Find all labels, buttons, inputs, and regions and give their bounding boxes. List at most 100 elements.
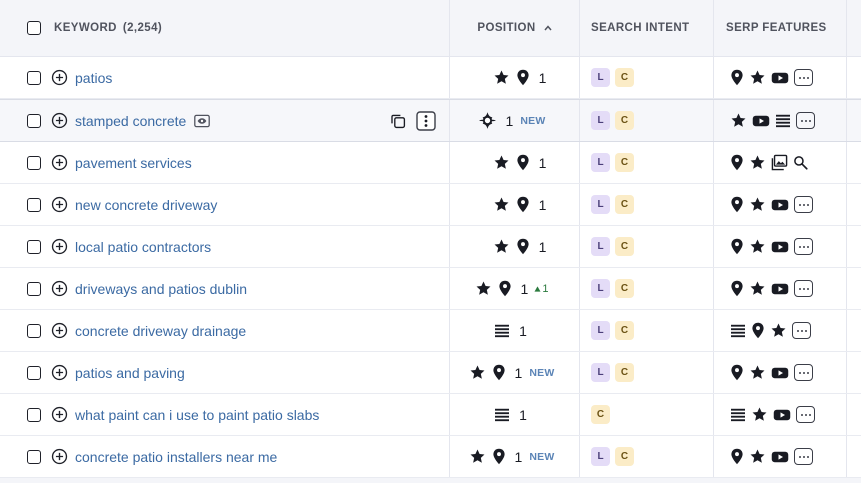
intent-column-header[interactable]: SEARCH INTENT xyxy=(579,0,713,56)
keyword-column-header[interactable]: KEYWORD (2,254) xyxy=(0,0,449,56)
intent-local-badge[interactable]: L xyxy=(591,279,610,298)
more-features-button[interactable] xyxy=(794,196,813,213)
position-header-label[interactable]: POSITION xyxy=(477,22,535,34)
add-to-list-icon[interactable] xyxy=(41,322,68,339)
serp-header-label[interactable]: SERP FEATURES xyxy=(726,22,827,34)
dot xyxy=(800,329,803,332)
more-features-button[interactable] xyxy=(794,238,813,255)
serp-preview-icon[interactable] xyxy=(194,114,211,128)
position-column-header[interactable]: POSITION xyxy=(449,0,579,56)
intent-local-badge[interactable]: L xyxy=(591,68,610,87)
keyword-link[interactable]: new concrete driveway xyxy=(75,197,217,213)
position-value: 1 xyxy=(493,154,546,171)
select-all-checkbox[interactable] xyxy=(27,21,41,35)
dot xyxy=(802,76,805,79)
star-icon xyxy=(749,196,766,213)
row-checkbox[interactable] xyxy=(27,449,41,464)
row-checkbox[interactable] xyxy=(27,70,41,85)
intent-local-badge[interactable]: L xyxy=(591,237,610,256)
add-to-list-icon[interactable] xyxy=(41,154,68,171)
intent-commercial-badge[interactable]: C xyxy=(591,405,610,424)
intent-commercial-badge[interactable]: C xyxy=(615,363,634,382)
intent-commercial-badge[interactable]: C xyxy=(615,153,634,172)
dot xyxy=(806,245,809,248)
local-pack-pin-icon xyxy=(730,280,744,297)
more-features-button[interactable] xyxy=(794,69,813,86)
row-checkbox[interactable] xyxy=(27,239,41,254)
intent-commercial-badge[interactable]: C xyxy=(615,195,634,214)
intent-commercial-badge[interactable]: C xyxy=(615,321,634,340)
more-actions-button[interactable] xyxy=(416,110,436,131)
keyword-link[interactable]: pavement services xyxy=(75,155,192,171)
serp-features xyxy=(730,154,808,171)
sort-ascending-icon[interactable] xyxy=(544,25,552,31)
intent-local-badge[interactable]: L xyxy=(591,447,610,466)
add-to-list-icon[interactable] xyxy=(41,406,68,423)
add-to-list-icon[interactable] xyxy=(41,238,68,255)
keyword-link[interactable]: concrete driveway drainage xyxy=(75,323,246,339)
more-features-button[interactable] xyxy=(794,364,813,381)
video-icon xyxy=(771,450,789,464)
row-checkbox[interactable] xyxy=(27,281,41,296)
search-icon xyxy=(793,155,808,170)
intent-commercial-badge[interactable]: C xyxy=(615,68,634,87)
position-value: 1 NEW xyxy=(469,364,555,381)
more-features-button[interactable] xyxy=(794,448,813,465)
keyword-link[interactable]: stamped concrete xyxy=(75,113,186,129)
intent-local-badge[interactable]: L xyxy=(591,363,610,382)
row-checkbox[interactable] xyxy=(27,323,41,338)
keyword-link[interactable]: concrete patio installers near me xyxy=(75,449,277,465)
copy-icon[interactable] xyxy=(390,113,406,129)
table-row: concrete patio installers near me 1 NEW L C xyxy=(0,436,861,478)
add-to-list-icon[interactable] xyxy=(41,196,68,213)
keyword-link[interactable]: local patio contractors xyxy=(75,239,211,255)
add-to-list-icon[interactable] xyxy=(41,280,68,297)
add-to-list-icon[interactable] xyxy=(41,364,68,381)
dot xyxy=(802,455,805,458)
serp-features-cell xyxy=(713,57,847,98)
dot xyxy=(802,203,805,206)
more-features-button[interactable] xyxy=(792,322,811,339)
add-to-list-icon[interactable] xyxy=(41,448,68,465)
add-to-list-icon[interactable] xyxy=(41,112,68,129)
position-number: 1 xyxy=(538,196,547,213)
intent-cell: LC xyxy=(579,436,713,477)
local-pack-pin-icon xyxy=(730,238,744,255)
more-features-button[interactable] xyxy=(794,280,813,297)
intent-header-label[interactable]: SEARCH INTENT xyxy=(591,22,689,34)
keyword-link[interactable]: driveways and patios dublin xyxy=(75,281,247,297)
intent-commercial-badge[interactable]: C xyxy=(615,111,634,130)
table-row: driveways and patios dublin 1 1 L C xyxy=(0,268,861,310)
row-checkbox[interactable] xyxy=(27,365,41,380)
ai-overview-icon xyxy=(478,111,497,130)
dot xyxy=(798,455,801,458)
local-pack-pin-icon xyxy=(730,69,744,86)
intent-local-badge[interactable]: L xyxy=(591,153,610,172)
serp-column-header[interactable]: SERP FEATURES xyxy=(713,0,847,56)
position-value: 1 NEW xyxy=(469,448,555,465)
keyword-header-label[interactable]: KEYWORD xyxy=(54,22,117,34)
more-features-button[interactable] xyxy=(796,406,815,423)
intent-commercial-badge[interactable]: C xyxy=(615,447,634,466)
intent-commercial-badge[interactable]: C xyxy=(615,279,634,298)
keyword-link[interactable]: patios xyxy=(75,70,112,86)
keyword-link[interactable]: patios and paving xyxy=(75,365,185,381)
row-checkbox[interactable] xyxy=(27,407,41,422)
table-row: local patio contractors 1 L C xyxy=(0,226,861,268)
more-features-button[interactable] xyxy=(796,112,815,129)
intent-cell: C xyxy=(579,394,713,435)
intent-local-badge[interactable]: L xyxy=(591,321,610,340)
star-icon xyxy=(749,280,766,297)
video-icon xyxy=(771,198,789,212)
row-checkbox[interactable] xyxy=(27,197,41,212)
intent-local-badge[interactable]: L xyxy=(591,111,610,130)
add-to-list-icon[interactable] xyxy=(41,69,68,86)
local-pack-pin-icon xyxy=(516,196,530,213)
keyword-link[interactable]: what paint can i use to paint patio slab… xyxy=(75,407,319,423)
row-checkbox[interactable] xyxy=(27,155,41,170)
table-row: patios 1 L C xyxy=(0,57,861,99)
row-checkbox[interactable] xyxy=(27,113,41,128)
intent-local-badge[interactable]: L xyxy=(591,195,610,214)
dot xyxy=(798,371,801,374)
intent-commercial-badge[interactable]: C xyxy=(615,237,634,256)
